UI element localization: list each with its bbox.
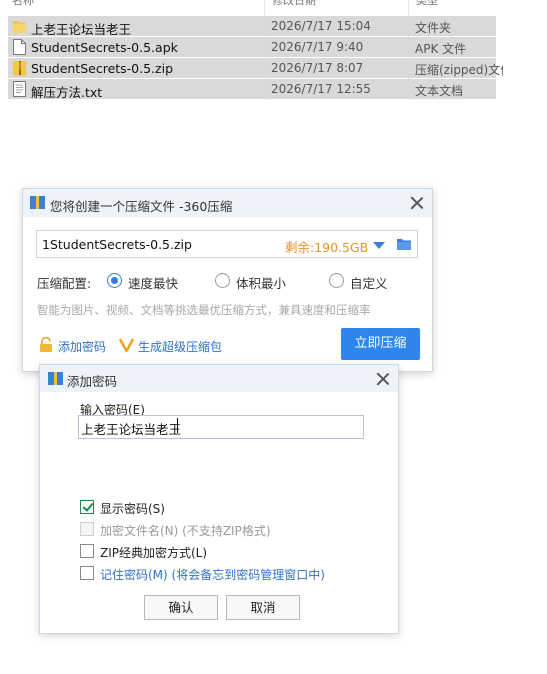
ok-button[interactable]: 确认 bbox=[144, 595, 218, 620]
file-date: 2026/7/17 15:04 bbox=[271, 19, 371, 33]
compress-options: 压缩配置: 速度最快 体积最小 自定义 bbox=[37, 272, 417, 291]
radio-selected[interactable] bbox=[107, 273, 122, 288]
password-dialog: 添加密码 输入密码(E) 显示密码(S) 加密文件名(N) (不支持ZIP格式)… bbox=[39, 364, 399, 634]
radio-label: 自定义 bbox=[350, 276, 388, 291]
compress-now-button[interactable]: 立即压缩 bbox=[341, 328, 420, 360]
zip-app-icon bbox=[48, 372, 63, 385]
file-row[interactable]: StudentSecrets-0.5.zip 2026/7/17 8:07 压缩… bbox=[8, 58, 503, 78]
compress-dialog: 您将创建一个压缩文件 -360压缩 1StudentSecrets-0.5.zi… bbox=[22, 188, 433, 372]
v-badge-icon bbox=[119, 338, 134, 353]
file-name: 解压方法.txt bbox=[31, 85, 103, 100]
free-space-label: 剩余:190.5GB bbox=[285, 240, 369, 255]
folder-icon bbox=[13, 21, 26, 33]
text-caret bbox=[177, 418, 178, 433]
compress-dialog-titlebar[interactable]: 您将创建一个压缩文件 -360压缩 bbox=[23, 189, 432, 217]
checkbox-label: 加密文件名(N) (不支持ZIP格式) bbox=[100, 524, 271, 538]
file-type: 文本文档 bbox=[415, 84, 464, 98]
checkbox-unchecked[interactable] bbox=[80, 566, 94, 580]
file-type: 压缩(zipped)文件 bbox=[415, 63, 503, 77]
file-date: 2026/7/17 9:40 bbox=[271, 40, 364, 54]
chevron-down-icon[interactable] bbox=[373, 242, 385, 249]
password-dialog-titlebar[interactable]: 添加密码 bbox=[40, 365, 398, 392]
add-password-label: 添加密码 bbox=[58, 340, 107, 354]
file-icon bbox=[13, 39, 26, 55]
password-input[interactable] bbox=[78, 415, 364, 439]
column-header-name[interactable]: 名称 bbox=[12, 0, 34, 8]
compress-hint: 智能为图片、视频、文档等挑选最优压缩方式，兼具速度和压缩率 bbox=[37, 303, 371, 317]
close-icon[interactable] bbox=[409, 195, 425, 211]
compress-dialog-title: 您将创建一个压缩文件 -360压缩 bbox=[50, 199, 233, 214]
zip-app-icon bbox=[30, 196, 45, 209]
text-file-icon bbox=[13, 81, 26, 97]
archive-path-field[interactable]: 1StudentSecrets-0.5.zip 剩余:190.5GB bbox=[36, 230, 418, 258]
checkbox-label: 显示密码(S) bbox=[100, 502, 165, 516]
close-icon[interactable] bbox=[375, 371, 391, 387]
archive-filename[interactable]: 1StudentSecrets-0.5.zip bbox=[42, 237, 192, 252]
zip-file-icon bbox=[13, 61, 26, 76]
file-date: 2026/7/17 8:07 bbox=[271, 61, 364, 75]
file-name: StudentSecrets-0.5.apk bbox=[31, 40, 178, 55]
folder-browse-icon[interactable] bbox=[397, 238, 411, 250]
file-type: 文件夹 bbox=[415, 21, 452, 35]
super-compress-label: 生成超级压缩包 bbox=[138, 340, 223, 354]
radio-unselected[interactable] bbox=[215, 273, 230, 288]
screen: 名称 修改日期 类型 上老王论坛当老王 2026/7/17 15:04 文件夹 … bbox=[0, 0, 547, 674]
file-row[interactable]: StudentSecrets-0.5.apk 2026/7/17 9:40 AP… bbox=[8, 37, 496, 57]
checkbox-label: 记住密码(M) (将会备忘到密码管理窗口中) bbox=[100, 568, 325, 582]
checkbox-checked[interactable] bbox=[80, 500, 94, 514]
file-name: 上老王论坛当老王 bbox=[31, 22, 132, 37]
checkbox-label: ZIP经典加密方式(L) bbox=[100, 546, 208, 560]
file-list: 名称 修改日期 类型 上老王论坛当老王 2026/7/17 15:04 文件夹 … bbox=[0, 0, 547, 110]
file-row[interactable]: 解压方法.txt 2026/7/17 12:55 文本文档 bbox=[8, 79, 496, 100]
column-headers: 名称 修改日期 类型 bbox=[0, 0, 547, 8]
checkbox-disabled bbox=[80, 522, 94, 536]
radio-label: 速度最快 bbox=[128, 276, 179, 291]
file-name: StudentSecrets-0.5.zip bbox=[31, 61, 174, 76]
password-dialog-title: 添加密码 bbox=[67, 374, 118, 389]
cancel-button[interactable]: 取消 bbox=[226, 595, 300, 620]
column-header-date[interactable]: 修改日期 bbox=[272, 0, 316, 8]
radio-label: 体积最小 bbox=[236, 276, 287, 291]
column-header-type[interactable]: 类型 bbox=[416, 0, 438, 8]
file-date: 2026/7/17 12:55 bbox=[271, 82, 371, 96]
compress-options-label: 压缩配置: bbox=[37, 276, 92, 291]
checkbox-unchecked[interactable] bbox=[80, 544, 94, 558]
file-type: APK 文件 bbox=[415, 42, 467, 56]
radio-unselected[interactable] bbox=[329, 273, 344, 288]
lock-icon bbox=[40, 337, 52, 352]
file-row[interactable]: 上老王论坛当老王 2026/7/17 15:04 文件夹 bbox=[8, 16, 496, 37]
